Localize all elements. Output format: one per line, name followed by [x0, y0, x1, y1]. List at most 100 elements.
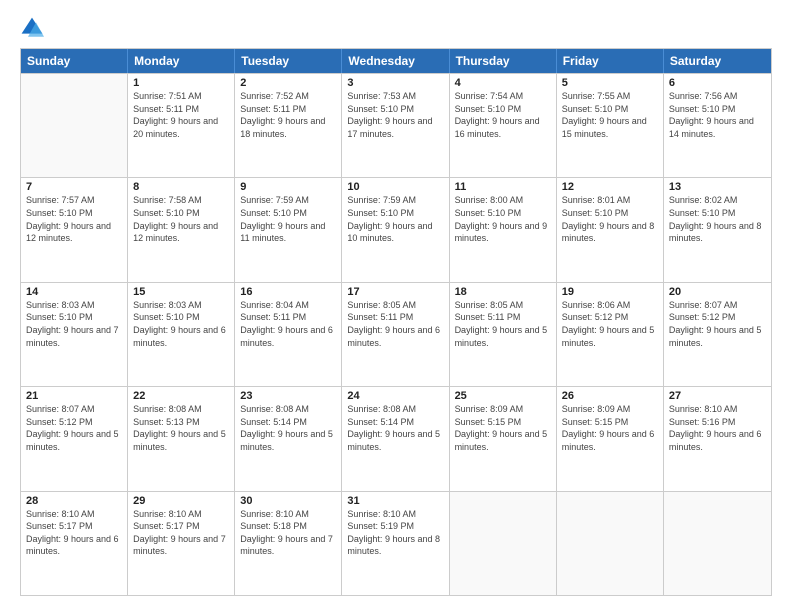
- page: SundayMondayTuesdayWednesdayThursdayFrid…: [0, 0, 792, 612]
- day-info: Sunrise: 7:53 AMSunset: 5:10 PMDaylight:…: [347, 90, 443, 140]
- day-number: 29: [133, 495, 229, 507]
- calendar-cell: 9Sunrise: 7:59 AMSunset: 5:10 PMDaylight…: [235, 178, 342, 281]
- calendar: SundayMondayTuesdayWednesdayThursdayFrid…: [20, 48, 772, 596]
- day-header-monday: Monday: [128, 49, 235, 73]
- calendar-cell: 17Sunrise: 8:05 AMSunset: 5:11 PMDayligh…: [342, 283, 449, 386]
- day-number: 1: [133, 77, 229, 89]
- day-info: Sunrise: 8:01 AMSunset: 5:10 PMDaylight:…: [562, 194, 658, 244]
- day-info: Sunrise: 8:08 AMSunset: 5:14 PMDaylight:…: [347, 403, 443, 453]
- day-info: Sunrise: 7:55 AMSunset: 5:10 PMDaylight:…: [562, 90, 658, 140]
- day-number: 30: [240, 495, 336, 507]
- calendar-week-0: 1Sunrise: 7:51 AMSunset: 5:11 PMDaylight…: [21, 73, 771, 177]
- calendar-cell: [21, 74, 128, 177]
- day-info: Sunrise: 8:10 AMSunset: 5:17 PMDaylight:…: [133, 508, 229, 558]
- calendar-cell: 12Sunrise: 8:01 AMSunset: 5:10 PMDayligh…: [557, 178, 664, 281]
- day-number: 2: [240, 77, 336, 89]
- day-info: Sunrise: 8:10 AMSunset: 5:17 PMDaylight:…: [26, 508, 122, 558]
- day-header-wednesday: Wednesday: [342, 49, 449, 73]
- calendar-week-1: 7Sunrise: 7:57 AMSunset: 5:10 PMDaylight…: [21, 177, 771, 281]
- day-number: 24: [347, 390, 443, 402]
- day-info: Sunrise: 8:05 AMSunset: 5:11 PMDaylight:…: [347, 299, 443, 349]
- day-number: 11: [455, 181, 551, 193]
- day-number: 25: [455, 390, 551, 402]
- calendar-cell: 23Sunrise: 8:08 AMSunset: 5:14 PMDayligh…: [235, 387, 342, 490]
- calendar-cell: 18Sunrise: 8:05 AMSunset: 5:11 PMDayligh…: [450, 283, 557, 386]
- calendar-cell: 15Sunrise: 8:03 AMSunset: 5:10 PMDayligh…: [128, 283, 235, 386]
- day-info: Sunrise: 7:51 AMSunset: 5:11 PMDaylight:…: [133, 90, 229, 140]
- day-number: 7: [26, 181, 122, 193]
- day-header-tuesday: Tuesday: [235, 49, 342, 73]
- day-header-thursday: Thursday: [450, 49, 557, 73]
- calendar-cell: 14Sunrise: 8:03 AMSunset: 5:10 PMDayligh…: [21, 283, 128, 386]
- day-number: 8: [133, 181, 229, 193]
- calendar-body: 1Sunrise: 7:51 AMSunset: 5:11 PMDaylight…: [21, 73, 771, 595]
- day-info: Sunrise: 8:06 AMSunset: 5:12 PMDaylight:…: [562, 299, 658, 349]
- day-number: 26: [562, 390, 658, 402]
- day-info: Sunrise: 8:09 AMSunset: 5:15 PMDaylight:…: [562, 403, 658, 453]
- day-number: 21: [26, 390, 122, 402]
- calendar-cell: [664, 492, 771, 595]
- calendar-cell: 26Sunrise: 8:09 AMSunset: 5:15 PMDayligh…: [557, 387, 664, 490]
- day-info: Sunrise: 7:59 AMSunset: 5:10 PMDaylight:…: [347, 194, 443, 244]
- day-header-sunday: Sunday: [21, 49, 128, 73]
- day-number: 5: [562, 77, 658, 89]
- day-info: Sunrise: 8:07 AMSunset: 5:12 PMDaylight:…: [669, 299, 766, 349]
- calendar-cell: 20Sunrise: 8:07 AMSunset: 5:12 PMDayligh…: [664, 283, 771, 386]
- day-info: Sunrise: 8:02 AMSunset: 5:10 PMDaylight:…: [669, 194, 766, 244]
- day-number: 3: [347, 77, 443, 89]
- day-number: 9: [240, 181, 336, 193]
- day-number: 31: [347, 495, 443, 507]
- calendar-cell: 16Sunrise: 8:04 AMSunset: 5:11 PMDayligh…: [235, 283, 342, 386]
- calendar-cell: 29Sunrise: 8:10 AMSunset: 5:17 PMDayligh…: [128, 492, 235, 595]
- day-number: 10: [347, 181, 443, 193]
- calendar-cell: 3Sunrise: 7:53 AMSunset: 5:10 PMDaylight…: [342, 74, 449, 177]
- day-info: Sunrise: 7:54 AMSunset: 5:10 PMDaylight:…: [455, 90, 551, 140]
- calendar-cell: 4Sunrise: 7:54 AMSunset: 5:10 PMDaylight…: [450, 74, 557, 177]
- day-info: Sunrise: 7:58 AMSunset: 5:10 PMDaylight:…: [133, 194, 229, 244]
- calendar-cell: 7Sunrise: 7:57 AMSunset: 5:10 PMDaylight…: [21, 178, 128, 281]
- day-info: Sunrise: 8:10 AMSunset: 5:18 PMDaylight:…: [240, 508, 336, 558]
- calendar-week-2: 14Sunrise: 8:03 AMSunset: 5:10 PMDayligh…: [21, 282, 771, 386]
- calendar-cell: 11Sunrise: 8:00 AMSunset: 5:10 PMDayligh…: [450, 178, 557, 281]
- day-number: 18: [455, 286, 551, 298]
- calendar-cell: 13Sunrise: 8:02 AMSunset: 5:10 PMDayligh…: [664, 178, 771, 281]
- day-info: Sunrise: 7:52 AMSunset: 5:11 PMDaylight:…: [240, 90, 336, 140]
- calendar-cell: 19Sunrise: 8:06 AMSunset: 5:12 PMDayligh…: [557, 283, 664, 386]
- day-number: 16: [240, 286, 336, 298]
- day-info: Sunrise: 8:10 AMSunset: 5:16 PMDaylight:…: [669, 403, 766, 453]
- day-number: 23: [240, 390, 336, 402]
- calendar-cell: 1Sunrise: 7:51 AMSunset: 5:11 PMDaylight…: [128, 74, 235, 177]
- day-info: Sunrise: 8:08 AMSunset: 5:14 PMDaylight:…: [240, 403, 336, 453]
- header: [20, 16, 772, 40]
- calendar-cell: 5Sunrise: 7:55 AMSunset: 5:10 PMDaylight…: [557, 74, 664, 177]
- day-info: Sunrise: 8:05 AMSunset: 5:11 PMDaylight:…: [455, 299, 551, 349]
- calendar-cell: 8Sunrise: 7:58 AMSunset: 5:10 PMDaylight…: [128, 178, 235, 281]
- day-number: 6: [669, 77, 766, 89]
- day-number: 17: [347, 286, 443, 298]
- day-number: 13: [669, 181, 766, 193]
- day-number: 4: [455, 77, 551, 89]
- day-info: Sunrise: 8:03 AMSunset: 5:10 PMDaylight:…: [133, 299, 229, 349]
- calendar-week-4: 28Sunrise: 8:10 AMSunset: 5:17 PMDayligh…: [21, 491, 771, 595]
- day-header-friday: Friday: [557, 49, 664, 73]
- calendar-cell: 6Sunrise: 7:56 AMSunset: 5:10 PMDaylight…: [664, 74, 771, 177]
- day-info: Sunrise: 8:08 AMSunset: 5:13 PMDaylight:…: [133, 403, 229, 453]
- day-number: 27: [669, 390, 766, 402]
- calendar-cell: 28Sunrise: 8:10 AMSunset: 5:17 PMDayligh…: [21, 492, 128, 595]
- calendar-cell: 2Sunrise: 7:52 AMSunset: 5:11 PMDaylight…: [235, 74, 342, 177]
- calendar-cell: 21Sunrise: 8:07 AMSunset: 5:12 PMDayligh…: [21, 387, 128, 490]
- calendar-cell: 25Sunrise: 8:09 AMSunset: 5:15 PMDayligh…: [450, 387, 557, 490]
- calendar-cell: 22Sunrise: 8:08 AMSunset: 5:13 PMDayligh…: [128, 387, 235, 490]
- day-number: 20: [669, 286, 766, 298]
- calendar-cell: [450, 492, 557, 595]
- day-info: Sunrise: 8:07 AMSunset: 5:12 PMDaylight:…: [26, 403, 122, 453]
- logo-icon: [20, 16, 44, 40]
- calendar-header-row: SundayMondayTuesdayWednesdayThursdayFrid…: [21, 49, 771, 73]
- calendar-week-3: 21Sunrise: 8:07 AMSunset: 5:12 PMDayligh…: [21, 386, 771, 490]
- day-info: Sunrise: 8:04 AMSunset: 5:11 PMDaylight:…: [240, 299, 336, 349]
- calendar-cell: 27Sunrise: 8:10 AMSunset: 5:16 PMDayligh…: [664, 387, 771, 490]
- logo: [20, 16, 48, 40]
- day-info: Sunrise: 8:03 AMSunset: 5:10 PMDaylight:…: [26, 299, 122, 349]
- calendar-cell: 10Sunrise: 7:59 AMSunset: 5:10 PMDayligh…: [342, 178, 449, 281]
- calendar-cell: 24Sunrise: 8:08 AMSunset: 5:14 PMDayligh…: [342, 387, 449, 490]
